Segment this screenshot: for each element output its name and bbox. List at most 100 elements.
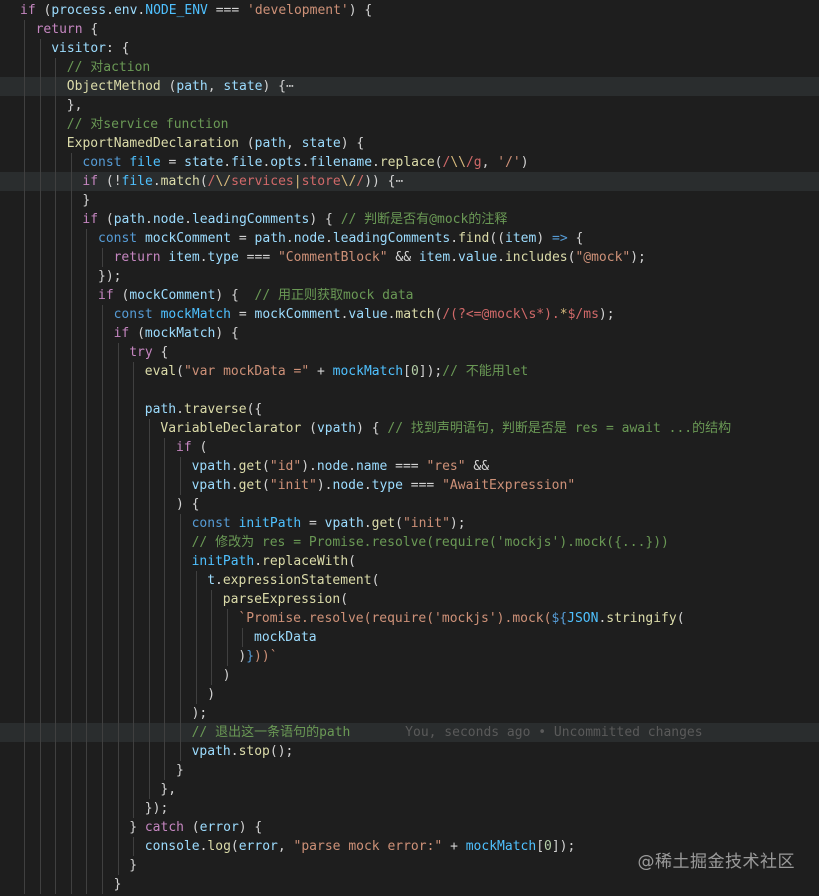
- code-line[interactable]: mockData: [0, 628, 819, 647]
- indent-guide: [148, 457, 150, 476]
- indent-guide: [102, 590, 103, 609]
- code-line[interactable]: [0, 381, 819, 400]
- code-line[interactable]: ExportNamedDeclaration (path, state) {: [0, 134, 819, 153]
- indent-guide: [55, 115, 57, 134]
- code-token: .: [348, 459, 356, 474]
- code-line[interactable]: vpath.get("id").node.name === "res" &&: [0, 457, 819, 476]
- indent-guide: [55, 647, 57, 666]
- code-token: replaceWith: [262, 554, 349, 569]
- indent-guide: [117, 419, 119, 438]
- indent-guide: [86, 685, 88, 704]
- indent-guide: [55, 590, 57, 609]
- code-line[interactable]: }: [0, 191, 819, 210]
- code-line[interactable]: try {: [0, 343, 819, 362]
- indent-guide: [86, 267, 88, 286]
- code-line[interactable]: if (: [0, 438, 819, 457]
- indent-guide: [24, 609, 25, 628]
- code-line[interactable]: }: [0, 761, 819, 780]
- code-line[interactable]: if (process.env.NODE_ENV === 'developmen…: [0, 1, 819, 20]
- indent-guide: [39, 58, 41, 77]
- code-token: error: [238, 839, 278, 854]
- code-line[interactable]: )}))`: [0, 647, 819, 666]
- indent-guide: [39, 438, 41, 457]
- code-line[interactable]: });: [0, 799, 819, 818]
- code-line[interactable]: vpath.stop();: [0, 742, 819, 761]
- indent-guide: [226, 609, 228, 628]
- code-text: });: [98, 267, 121, 286]
- code-token: const: [113, 307, 153, 322]
- indent-guide: [24, 438, 25, 457]
- code-line[interactable]: if (path.node.leadingComments) { // 判断是否…: [0, 210, 819, 229]
- code-token: get: [238, 459, 263, 474]
- code-line[interactable]: }: [0, 875, 819, 894]
- code-line[interactable]: const mockComment = path.node.leadingCom…: [0, 229, 819, 248]
- indent-guide: [24, 191, 25, 210]
- code-line[interactable]: );: [0, 704, 819, 723]
- code-line[interactable]: if (mockComment) { // 用正则获取mock data: [0, 286, 819, 305]
- code-token: if: [20, 3, 36, 18]
- indent-guide: [195, 571, 197, 590]
- indent-guide: [148, 438, 150, 457]
- code-line[interactable]: // 对action: [0, 58, 819, 77]
- code-token: store: [301, 174, 341, 189]
- code-line[interactable]: } catch (error) {: [0, 818, 819, 837]
- code-line[interactable]: });: [0, 267, 819, 286]
- code-line[interactable]: ): [0, 685, 819, 704]
- indent-guide: [117, 666, 119, 685]
- indent-guide: [148, 609, 150, 628]
- code-line[interactable]: // 退出这一条语句的path You, seconds ago • Uncom…: [0, 723, 819, 742]
- code-token: }: [82, 193, 91, 208]
- indent-guide: [180, 704, 181, 723]
- code-line[interactable]: `Promise.resolve(require('mockjs').mock(…: [0, 609, 819, 628]
- code-text: const file = state.file.opts.filename.re…: [82, 153, 528, 172]
- code-line[interactable]: const file = state.file.opts.filename.re…: [0, 153, 819, 172]
- code-line[interactable]: // 对service function: [0, 115, 819, 134]
- code-line[interactable]: return item.type === "CommentBlock" && i…: [0, 248, 819, 267]
- code-token: initPath: [238, 516, 302, 531]
- code-line[interactable]: },: [0, 96, 819, 115]
- code-line[interactable]: if (!file.match(/\/services|store\//)) {…: [0, 172, 819, 191]
- indent-guide: [148, 666, 150, 685]
- indent-guide: [180, 571, 181, 590]
- indent-guide: [133, 495, 135, 514]
- code-line[interactable]: // 修改为 res = Promise.resolve(require('mo…: [0, 533, 819, 552]
- fold-ellipsis-icon[interactable]: ⋯: [396, 174, 404, 189]
- code-line[interactable]: visitor: {: [0, 39, 819, 58]
- code-token: leadingComments: [332, 231, 451, 246]
- indent-guide: [164, 704, 166, 723]
- indent-guide: [39, 343, 41, 362]
- code-line[interactable]: ): [0, 666, 819, 685]
- code-token: ===: [238, 250, 278, 265]
- code-line[interactable]: eval("var mockData =" + mockMatch[0]);//…: [0, 362, 819, 381]
- indent-guide: [102, 362, 103, 381]
- code-token: "AwaitExpression": [442, 478, 576, 493]
- code-token: "var mockData =": [183, 364, 310, 379]
- code-line[interactable]: const mockMatch = mockComment.value.matc…: [0, 305, 819, 324]
- code-line[interactable]: path.traverse({: [0, 400, 819, 419]
- code-line[interactable]: return {: [0, 20, 819, 39]
- code-line[interactable]: VariableDeclarator (vpath) { // 找到声明语句，判…: [0, 419, 819, 438]
- code-token: node: [332, 478, 364, 493]
- code-line[interactable]: t.expressionStatement(: [0, 571, 819, 590]
- indent-guide: [55, 799, 57, 818]
- code-line[interactable]: if (mockMatch) {: [0, 324, 819, 343]
- indent-guide: [55, 875, 57, 894]
- indent-guide: [39, 267, 41, 286]
- code-line[interactable]: parseExpression(: [0, 590, 819, 609]
- code-text: parseExpression(: [223, 590, 348, 609]
- indent-guide: [39, 134, 41, 153]
- code-line[interactable]: const initPath = vpath.get("init");: [0, 514, 819, 533]
- indent-guide: [39, 248, 41, 267]
- indent-guide: [86, 248, 88, 267]
- code-token: );: [449, 516, 466, 531]
- code-line[interactable]: },: [0, 780, 819, 799]
- code-editor[interactable]: if (process.env.NODE_ENV === 'developmen…: [0, 0, 819, 896]
- code-line[interactable]: vpath.get("init").node.type === "AwaitEx…: [0, 476, 819, 495]
- indent-guide: [39, 172, 41, 191]
- code-line[interactable]: initPath.replaceWith(: [0, 552, 819, 571]
- code-line[interactable]: ObjectMethod (path, state) {⋯: [0, 77, 819, 96]
- indent-guide: [86, 533, 88, 552]
- code-line[interactable]: ) {: [0, 495, 819, 514]
- fold-ellipsis-icon[interactable]: ⋯: [286, 79, 294, 94]
- code-token: if: [82, 212, 99, 227]
